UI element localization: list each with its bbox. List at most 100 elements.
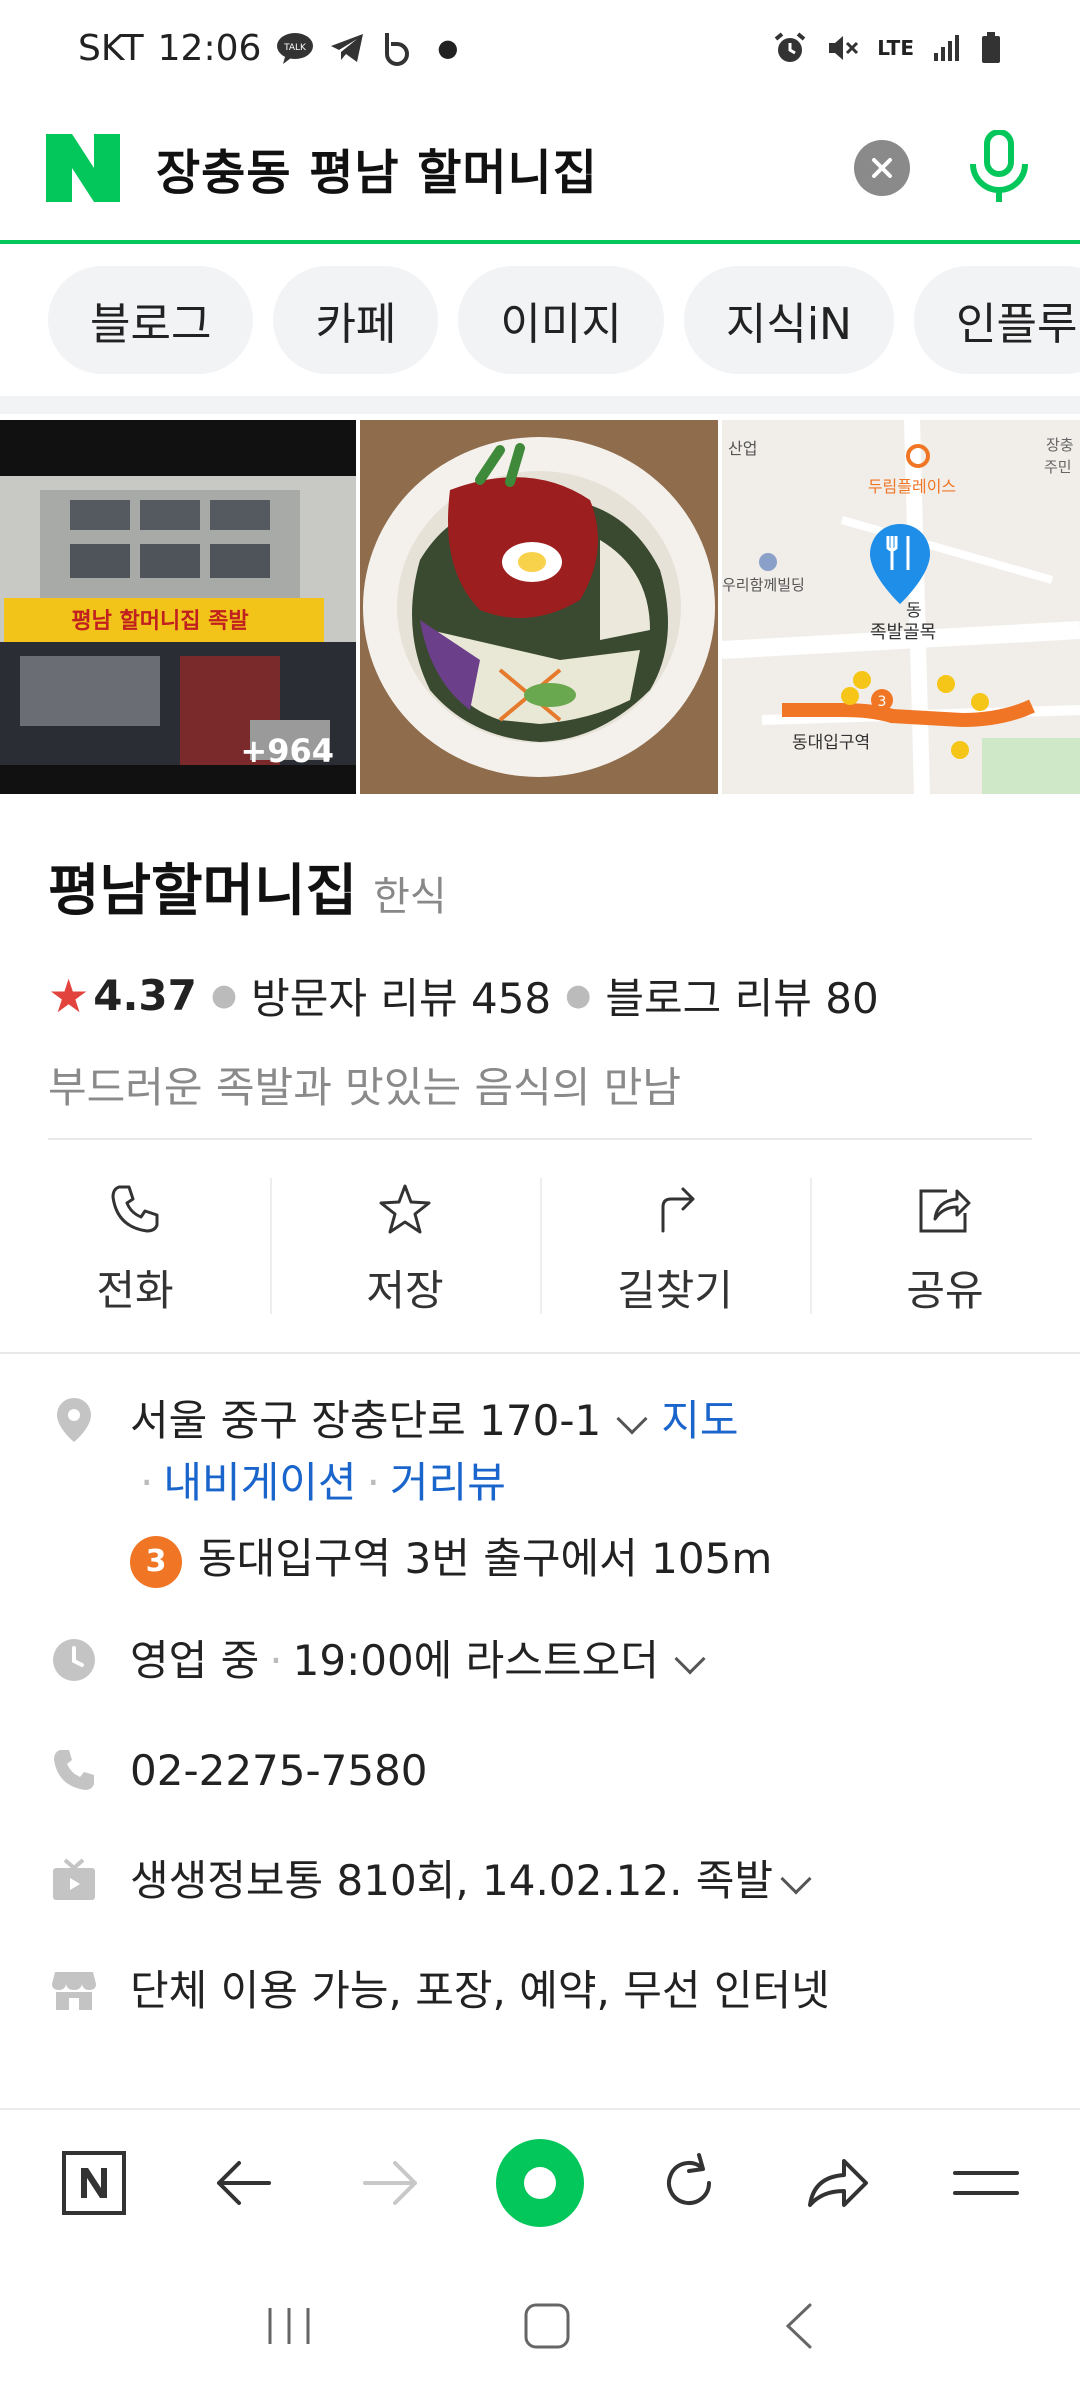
share-arrow-icon bbox=[808, 2159, 869, 2207]
notification-dot-icon: ● bbox=[437, 34, 459, 62]
system-back-button[interactable] bbox=[780, 2301, 816, 2355]
alarm-icon bbox=[773, 31, 807, 65]
phone-icon bbox=[48, 1744, 100, 1796]
tab-cafe[interactable]: 카페 bbox=[273, 266, 439, 374]
place-name[interactable]: 평남할머니집 bbox=[48, 846, 357, 927]
hours-row[interactable]: 영업 중 · 19:00에 라스트오더 bbox=[48, 1630, 1032, 1692]
svg-text:산업: 산업 bbox=[728, 439, 757, 458]
call-label: 전화 bbox=[96, 1265, 174, 1315]
clear-search-button[interactable] bbox=[854, 140, 910, 196]
telegram-icon bbox=[329, 32, 365, 64]
tab-influencer[interactable]: 인플루 bbox=[913, 266, 1080, 374]
tab-image[interactable]: 이미지 bbox=[458, 266, 664, 374]
svg-text:주민: 주민 bbox=[1044, 458, 1072, 476]
arrow-right-icon bbox=[363, 2161, 418, 2205]
photo-strip: 평남 할머니집 족발 +964 3 두림플레이스 산업 장충 주민 우리함께빌딩… bbox=[0, 420, 1080, 794]
place-category: 한식 bbox=[373, 874, 447, 920]
close-icon bbox=[872, 158, 892, 178]
save-label: 저장 bbox=[366, 1265, 444, 1315]
map-link[interactable]: 지도 bbox=[661, 1396, 738, 1445]
voice-search-button[interactable] bbox=[964, 128, 1034, 208]
tab-kin[interactable]: 지식iN bbox=[683, 266, 894, 374]
photo-count-label: +964 bbox=[240, 732, 334, 770]
svg-text:족발골목: 족발골목 bbox=[870, 622, 936, 643]
tab-blog[interactable]: 블로그 bbox=[48, 266, 254, 374]
tv-info: 생생정보통 810회, 14.02.12. 족발 bbox=[130, 1856, 774, 1905]
time-label: 12:06 bbox=[157, 27, 262, 69]
street-view-link[interactable]: 거리뷰 bbox=[390, 1458, 506, 1507]
share-page-button[interactable] bbox=[777, 2123, 897, 2243]
address-text[interactable]: 서울 중구 장충단로 170-1 bbox=[130, 1396, 601, 1445]
blog-review-link[interactable]: 블로그 리뷰 80 bbox=[605, 965, 878, 1026]
browser-toolbar bbox=[0, 2108, 1080, 2256]
phone-icon bbox=[111, 1185, 159, 1232]
hours-detail: 19:00에 라스트오더 bbox=[292, 1636, 659, 1685]
band-app-icon bbox=[379, 30, 413, 66]
home-button[interactable] bbox=[522, 2301, 572, 2355]
place-details: 서울 중구 장충단로 170-1 지도 · 내비게이션 · 거리뷰 3 동대입구역 3번 … bbox=[48, 1390, 1032, 2022]
directions-button[interactable]: 길찾기 bbox=[540, 1162, 810, 1338]
search-header: 장충동 평남 할머니집 bbox=[0, 96, 1080, 244]
search-input[interactable]: 장충동 평남 할머니집 bbox=[156, 133, 854, 203]
green-dot-icon bbox=[495, 2139, 584, 2227]
arrow-left-icon bbox=[216, 2161, 271, 2205]
save-button[interactable]: 저장 bbox=[270, 1162, 540, 1338]
navigation-links: · 내비게이션 · 거리뷰 bbox=[140, 1458, 506, 1507]
phone-number[interactable]: 02-2275-7580 bbox=[130, 1740, 428, 1802]
naver-logo-icon[interactable] bbox=[46, 131, 120, 205]
svg-text:동대입구역: 동대입구역 bbox=[792, 733, 870, 753]
share-label: 공유 bbox=[906, 1265, 984, 1315]
refresh-button[interactable] bbox=[629, 2123, 749, 2243]
call-button[interactable]: 전화 bbox=[0, 1162, 270, 1338]
status-bar: SKT 12:06 TALK ● LTE bbox=[0, 0, 1080, 96]
green-dot-button[interactable] bbox=[480, 2123, 600, 2243]
chevron-down-icon[interactable] bbox=[780, 1862, 812, 1895]
phone-row[interactable]: 02-2275-7580 bbox=[48, 1740, 1032, 1802]
svg-text:두림플레이스: 두림플레이스 bbox=[868, 477, 956, 496]
chevron-down-icon[interactable] bbox=[616, 1402, 648, 1435]
svg-text:우리함께빌딩: 우리함께빌딩 bbox=[722, 576, 805, 594]
location-map-thumbnail[interactable]: 3 두림플레이스 산업 장충 주민 우리함께빌딩 동 족발골목 동대입구역 bbox=[722, 420, 1080, 794]
directions-icon bbox=[661, 1187, 695, 1232]
storefront-photo[interactable]: 평남 할머니집 족발 +964 bbox=[0, 420, 356, 794]
visitor-review-link[interactable]: 방문자 리뷰 458 bbox=[251, 965, 551, 1026]
divider bbox=[48, 1138, 1032, 1140]
place-summary: 평남할머니집 한식 ★ 4.37 ● 방문자 리뷰 458 ● 블로그 리뷰 8… bbox=[48, 846, 1032, 1115]
menu-button[interactable] bbox=[926, 2123, 1046, 2243]
place-description: 부드러운 족발과 맛있는 음식의 만남 bbox=[48, 1063, 682, 1112]
recent-apps-icon bbox=[268, 2308, 310, 2344]
signal-icon bbox=[932, 33, 962, 63]
back-button[interactable] bbox=[183, 2123, 303, 2243]
home-icon bbox=[524, 2303, 570, 2349]
svg-text:장충: 장충 bbox=[1046, 436, 1074, 454]
kakaotalk-icon: TALK bbox=[275, 31, 315, 65]
rating-score: 4.37 bbox=[93, 971, 197, 1020]
chevron-left-icon bbox=[785, 2303, 812, 2349]
naver-home-button[interactable] bbox=[34, 2123, 154, 2243]
network-type-label: LTE bbox=[877, 36, 914, 60]
action-bar: 전화 저장 길찾기 공유 bbox=[0, 1162, 1080, 1338]
separator-dot: ● bbox=[565, 978, 592, 1013]
refresh-icon bbox=[666, 2153, 711, 2205]
tv-row[interactable]: 생생정보통 810회, 14.02.12. 족발 bbox=[48, 1850, 1032, 1912]
share-button[interactable]: 공유 bbox=[810, 1162, 1080, 1338]
carrier-label: SKT bbox=[78, 27, 144, 69]
clock-icon bbox=[48, 1634, 100, 1686]
amenities-text: 단체 이용 가능, 포장, 예약, 무선 인터넷 bbox=[130, 1966, 830, 2015]
mute-icon bbox=[825, 31, 859, 65]
recent-apps-button[interactable] bbox=[264, 2304, 314, 2352]
share-icon bbox=[919, 1189, 971, 1232]
microphone-icon bbox=[970, 130, 1028, 202]
divider bbox=[0, 1352, 1080, 1354]
hours-status: 영업 중 bbox=[130, 1636, 260, 1685]
sign-text: 평남 할머니집 족발 bbox=[71, 609, 248, 634]
forward-button[interactable] bbox=[331, 2123, 451, 2243]
navigation-link[interactable]: 내비게이션 bbox=[163, 1458, 356, 1507]
address-row: 서울 중구 장충단로 170-1 지도 bbox=[48, 1390, 1032, 1452]
battery-icon bbox=[980, 32, 1002, 64]
svg-text:3: 3 bbox=[878, 694, 887, 710]
amenities-row: 단체 이용 가능, 포장, 예약, 무선 인터넷 bbox=[48, 1960, 1032, 2022]
food-photo[interactable] bbox=[360, 420, 718, 794]
chevron-down-icon[interactable] bbox=[674, 1642, 706, 1675]
rating-star-icon: ★ bbox=[48, 968, 90, 1023]
